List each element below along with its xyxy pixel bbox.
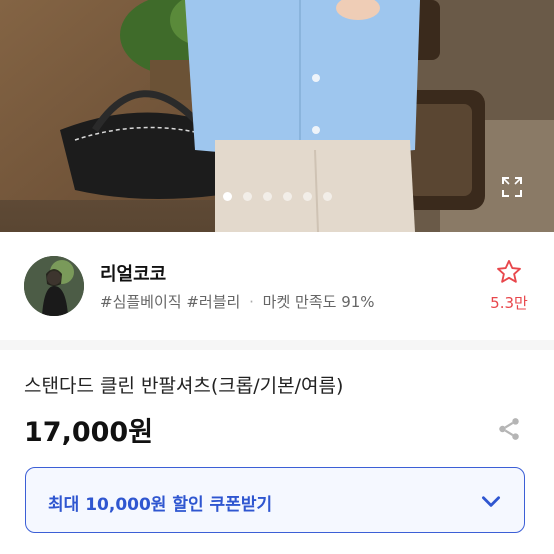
carousel-dot-2[interactable] (242, 192, 252, 201)
product-image-carousel[interactable] (0, 0, 554, 232)
like-button[interactable]: 5.3만 (486, 258, 532, 313)
expand-image-button[interactable] (500, 175, 528, 203)
share-button[interactable] (496, 416, 522, 442)
carousel-indicator[interactable] (0, 192, 554, 201)
product-title: 스탠다드 클린 반팔셔츠(크롭/기본/여름) (24, 375, 344, 397)
seller-tags: #심플베이직 #러블리 · 마켓 만족도 91% (100, 291, 375, 312)
separator: · (249, 293, 254, 311)
avatar-image (24, 256, 84, 316)
carousel-dot-4[interactable] (282, 192, 292, 201)
seller-name[interactable]: 리얼코코 (100, 260, 166, 286)
expand-icon (502, 177, 522, 197)
section-divider (0, 340, 554, 350)
coupon-banner[interactable]: 최대 10,000원 할인 쿠폰받기 (25, 467, 525, 533)
coupon-label: 최대 10,000원 할인 쿠폰받기 (48, 495, 273, 515)
like-count: 5.3만 (490, 294, 528, 312)
chevron-down-icon (482, 496, 500, 507)
carousel-dot-1[interactable] (222, 192, 232, 201)
share-icon (499, 418, 519, 440)
star-outline-icon (497, 259, 521, 283)
carousel-dot-5[interactable] (302, 192, 312, 201)
seller-tag[interactable]: #심플베이직 (100, 293, 182, 311)
carousel-dot-6[interactable] (322, 192, 332, 201)
seller-tag[interactable]: #러블리 (186, 293, 240, 311)
market-satisfaction: 마켓 만족도 91% (262, 293, 375, 311)
product-price: 17,000원 (24, 417, 154, 448)
seller-info[interactable]: 리얼코코 #심플베이직 #러블리 · 마켓 만족도 91% 5.3만 (0, 232, 554, 341)
carousel-dot-3[interactable] (262, 192, 272, 201)
seller-avatar[interactable] (24, 256, 84, 316)
